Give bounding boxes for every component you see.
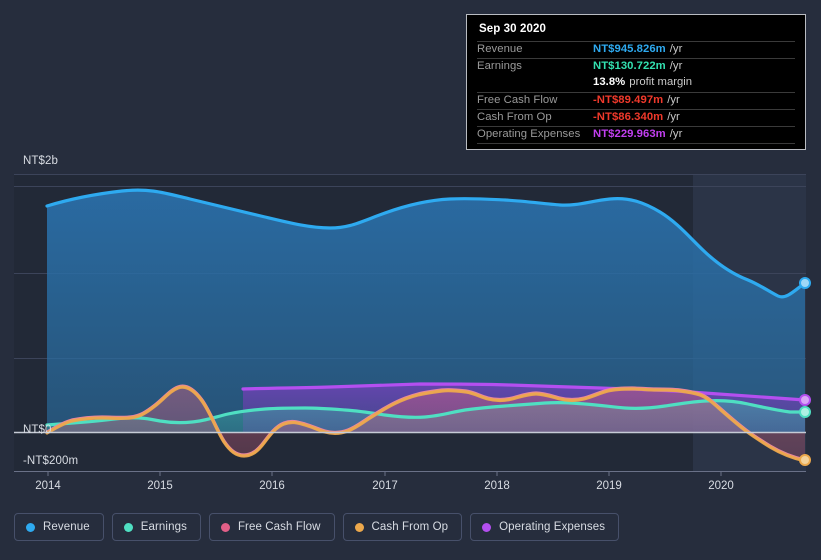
legend-dot-revenue-icon <box>26 522 35 532</box>
tooltip-label-revenue: Revenue <box>477 43 523 55</box>
legend-label-free-cash-flow: Free Cash Flow <box>237 521 321 533</box>
tooltip-unit-operating-expenses: /yr <box>669 128 683 140</box>
x-axis-tick-2014: 2014 <box>35 480 61 492</box>
y-axis-label-zero: NT$0 <box>23 424 52 436</box>
tooltip-value-free-cash-flow: -NT$89.497m <box>593 94 664 106</box>
tooltip-date: Sep 30 2020 <box>479 23 546 35</box>
tooltip-value-cash-from-op: -NT$86.340m <box>593 111 664 123</box>
tooltip-unit-earnings: /yr <box>669 60 683 72</box>
tooltip-label-cash-from-op: Cash From Op <box>477 111 552 123</box>
tooltip-row-revenue: Revenue NT$945.826m /yr <box>477 41 795 58</box>
legend-dot-free-cash-flow-icon <box>220 522 230 532</box>
tooltip-value-profit-margin: 13.8% <box>593 76 626 88</box>
y-axis-label-top: NT$2b <box>23 155 59 167</box>
legend-label-earnings: Earnings <box>140 521 187 533</box>
tooltip-row-operating-expenses: Operating Expenses NT$229.963m /yr <box>477 126 795 143</box>
legend-label-revenue: Revenue <box>43 521 90 533</box>
tooltip-label-free-cash-flow: Free Cash Flow <box>477 94 558 106</box>
tooltip-label-operating-expenses: Operating Expenses <box>477 128 581 140</box>
tooltip-row-cash-from-op: Cash From Op -NT$86.340m /yr <box>477 109 795 126</box>
tooltip-value-operating-expenses: NT$229.963m <box>593 128 666 140</box>
endpoint-earnings <box>799 406 811 418</box>
legend-item-earnings[interactable]: Earnings <box>111 513 201 541</box>
tooltip-unit-free-cash-flow: /yr <box>667 94 680 106</box>
tooltip-unit-profit-margin: profit margin <box>629 76 693 88</box>
legend-dot-cash-from-op-icon <box>354 522 364 532</box>
x-axis-tick-2017: 2017 <box>372 480 398 492</box>
tooltip-row-free-cash-flow: Free Cash Flow -NT$89.497m /yr <box>477 92 795 109</box>
legend-dot-earnings-icon <box>123 522 133 532</box>
tooltip-unit-revenue: /yr <box>669 43 683 55</box>
legend-dot-operating-expenses-icon <box>482 522 492 532</box>
tooltip-bottom-divider <box>477 143 795 147</box>
tooltip-row-profit-margin: 13.8% profit margin <box>477 75 795 92</box>
tooltip-unit-cash-from-op: /yr <box>667 111 680 123</box>
x-axis-tick-2016: 2016 <box>259 480 285 492</box>
tooltip-value-earnings: NT$130.722m <box>593 60 666 72</box>
endpoint-opex <box>799 394 811 406</box>
legend-label-cash-from-op: Cash From Op <box>371 521 449 533</box>
tooltip-row-earnings: Earnings NT$130.722m /yr <box>477 58 795 75</box>
tooltip-label-earnings: Earnings <box>477 60 522 72</box>
x-axis-tick-2018: 2018 <box>484 480 510 492</box>
x-axis-tick-2020: 2020 <box>708 480 734 492</box>
chart-legend: Revenue Earnings Free Cash Flow Cash Fro… <box>14 513 620 541</box>
endpoint-cashfromop <box>799 454 811 466</box>
y-axis-label-negative: -NT$200m <box>23 455 79 467</box>
legend-item-revenue[interactable]: Revenue <box>14 513 104 541</box>
x-axis-tick-2019: 2019 <box>596 480 622 492</box>
legend-item-operating-expenses[interactable]: Operating Expenses <box>470 513 620 541</box>
endpoint-revenue <box>799 277 811 289</box>
legend-item-cash-from-op[interactable]: Cash From Op <box>342 513 463 541</box>
tooltip-value-revenue: NT$945.826m <box>593 43 666 55</box>
x-axis-tick-2015: 2015 <box>147 480 173 492</box>
chart-tooltip: Sep 30 2020 Revenue NT$945.826m /yr Earn… <box>466 14 806 150</box>
legend-label-operating-expenses: Operating Expenses <box>499 521 606 533</box>
legend-item-free-cash-flow[interactable]: Free Cash Flow <box>208 513 335 541</box>
